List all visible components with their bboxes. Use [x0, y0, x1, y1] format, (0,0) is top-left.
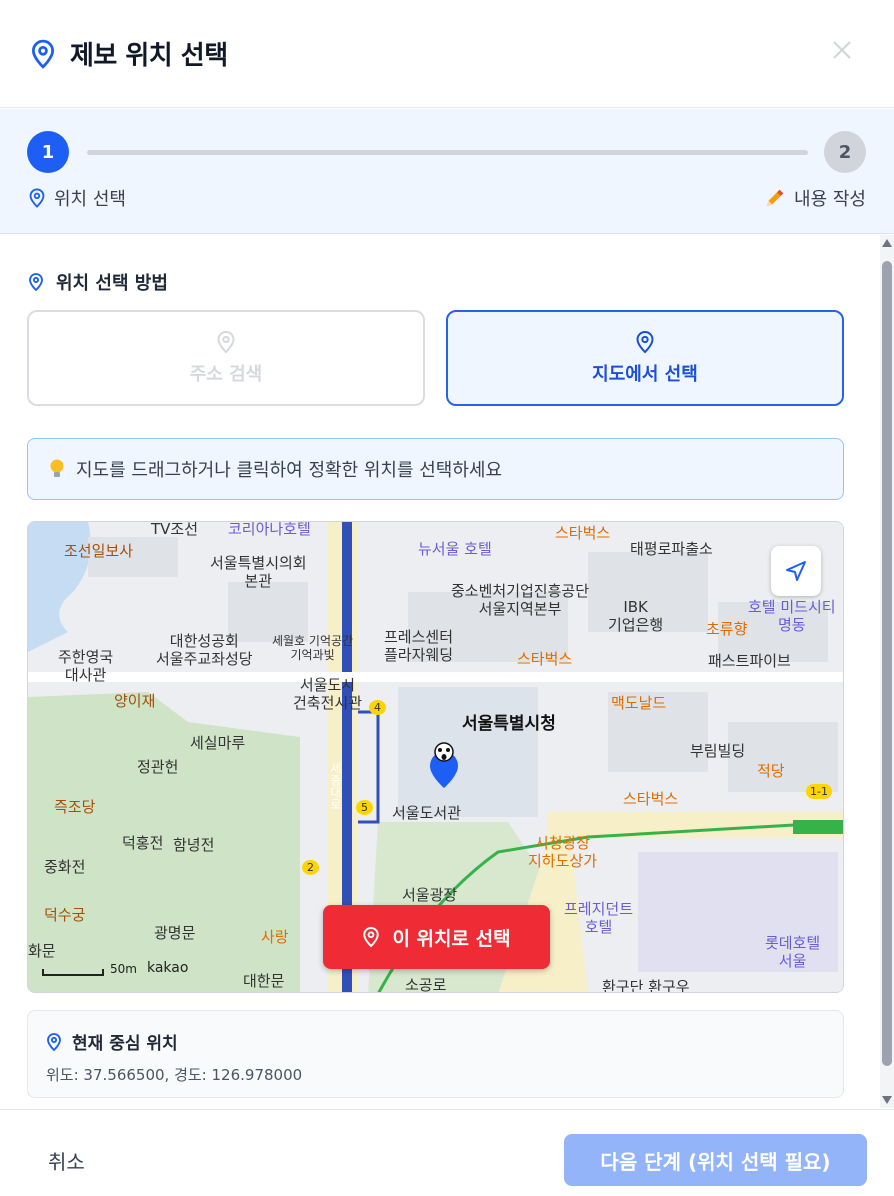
map-label: 광명문: [154, 924, 196, 942]
map-label: 패스트파이브: [708, 652, 791, 670]
step-1-label: 위치 선택: [28, 185, 126, 211]
map-label: 중소벤처기업진흥공단 서울지역본부: [451, 582, 590, 618]
location-pin-icon: [217, 330, 235, 354]
scale-bar: [42, 969, 104, 976]
scroll-up-arrow-icon[interactable]: [882, 239, 892, 247]
address-search-label: 주소 검색: [189, 364, 263, 385]
map-center-pin-icon: [430, 742, 458, 788]
map-label: 호텔 미드시티 명동: [748, 598, 836, 634]
navigation-arrow-icon: [786, 561, 806, 581]
map-provider-logo: kakao: [146, 960, 189, 976]
map-label: 롯데호텔 서울: [765, 934, 821, 970]
scale-label: 50m: [110, 962, 137, 976]
map-label: 맥도날드: [611, 694, 667, 712]
address-search-option[interactable]: 주소 검색: [27, 310, 425, 406]
map-label: 서울도서관: [392, 804, 462, 822]
step-2-label: 내용 작성: [764, 185, 866, 211]
location-pin-icon: [47, 1032, 61, 1051]
map-label: 부림빌딩: [690, 742, 746, 760]
scrollbar-thumb[interactable]: [882, 261, 892, 1066]
map-label: 양이재: [114, 692, 156, 710]
method-section-title: 위치 선택 방법: [28, 269, 168, 295]
map-label: 스타벅스: [623, 790, 679, 808]
location-pin-icon: [29, 188, 45, 208]
map-view[interactable]: TV조선 코리아나호텔 조선일보사 뉴서울 호텔 스타벅스 태평로파출소 서울특…: [27, 521, 844, 993]
lightbulb-icon: [50, 459, 64, 477]
close-icon[interactable]: [830, 38, 854, 62]
location-pin-icon: [636, 330, 654, 354]
progress-stepper: 1 2 위치 선택 내용 작성: [0, 109, 894, 234]
location-pin-icon: [29, 273, 43, 292]
select-this-location-button[interactable]: 이 위치로 선택: [323, 905, 550, 969]
pencil-icon: [766, 189, 784, 207]
map-label: 서울특별시의회 본관: [210, 554, 307, 590]
modal-footer: 취소 다음 단계 (위치 선택 필요): [0, 1109, 894, 1196]
subway-exit-badge: 1-1: [806, 784, 832, 800]
map-hint-banner: 지도를 드래그하거나 클릭하여 정확한 위치를 선택하세요: [27, 438, 844, 500]
map-label: 소공로: [405, 976, 447, 993]
map-select-option[interactable]: 지도에서 선택: [446, 310, 844, 406]
scroll-down-arrow-icon[interactable]: [882, 1096, 892, 1104]
map-label: 스타벅스: [555, 524, 611, 542]
location-pin-icon: [31, 39, 55, 69]
road-label: 세종대로: [328, 762, 343, 810]
cancel-button[interactable]: 취소: [48, 1146, 85, 1175]
hint-text: 지도를 드래그하거나 클릭하여 정확한 위치를 선택하세요: [76, 460, 503, 481]
report-location-modal: 제보 위치 선택 1 2 위치 선택 내용 작성 위치 선택 방법 주소 검색 …: [0, 0, 894, 1196]
map-label: 덕홍전: [122, 834, 164, 852]
map-label: 프레스센터 플라자웨딩: [384, 628, 454, 664]
current-center-title-text: 현재 중심 위치: [72, 1034, 178, 1054]
location-pin-icon: [363, 927, 380, 948]
map-label: 조선일보사: [64, 542, 134, 560]
modal-content: 위치 선택 방법 주소 검색 지도에서 선택 지도를 드래그하거나 클릭하여 정…: [0, 235, 880, 1108]
select-this-location-label: 이 위치로 선택: [392, 927, 511, 950]
step-progress-line: [87, 150, 808, 155]
map-label: 태평로파출소: [630, 540, 713, 558]
map-label: 프레지던트 호텔: [564, 900, 634, 936]
map-label: 환구단 환구우: [602, 978, 690, 993]
step-2-text: 내용 작성: [794, 189, 866, 210]
current-center-panel: 현재 중심 위치 위도: 37.566500, 경도: 126.978000: [27, 1010, 844, 1098]
map-select-label: 지도에서 선택: [592, 364, 698, 385]
current-location-button[interactable]: [771, 546, 821, 596]
map-label: 뉴서울 호텔: [418, 540, 492, 558]
next-step-button[interactable]: 다음 단계 (위치 선택 필요): [564, 1134, 867, 1186]
map-label: 서울특별시청: [462, 714, 556, 734]
map-label: 스타벅스: [517, 650, 573, 668]
current-coordinates: 위도: 37.566500, 경도: 126.978000: [46, 1066, 303, 1084]
map-label: 정관헌: [137, 758, 179, 776]
map-label: IBK 기업은행: [608, 598, 664, 634]
map-label: TV조선: [151, 521, 199, 538]
map-label: 세월호 기억공간 기억과빛: [272, 634, 354, 663]
map-label: 대한문: [243, 972, 285, 990]
method-title-text: 위치 선택 방법: [56, 273, 168, 294]
map-label: 시청광장 지하도상가: [528, 834, 598, 870]
step-1-indicator: 1: [27, 131, 69, 173]
map-label: 함녕전: [173, 836, 215, 854]
modal-title: 제보 위치 선택: [70, 41, 228, 71]
step-1-text: 위치 선택: [54, 189, 126, 210]
map-label: 대한성공회 서울주교좌성당: [156, 632, 253, 668]
map-label: 덕수궁: [44, 906, 86, 924]
map-label: 적당: [757, 762, 785, 780]
map-label: 초류향: [706, 620, 748, 638]
current-center-title: 현재 중심 위치: [46, 1029, 825, 1054]
map-scale: 50m kakao: [42, 960, 188, 976]
map-label: 화문: [28, 942, 56, 960]
map-label: 코리아나호텔: [228, 521, 311, 538]
map-label: 서울도시 건축전시관: [293, 676, 363, 712]
step-2-indicator: 2: [824, 131, 866, 173]
content-scrollbar[interactable]: [880, 235, 894, 1108]
map-label: 서울광장: [402, 886, 458, 904]
map-label: 세실마루: [190, 734, 246, 752]
map-label: 중화전: [44, 858, 86, 876]
map-label: 사랑: [261, 928, 289, 946]
map-label: 즉조당: [54, 798, 96, 816]
modal-header: 제보 위치 선택: [0, 0, 894, 108]
map-label: 주한영국 대사관: [58, 648, 114, 684]
